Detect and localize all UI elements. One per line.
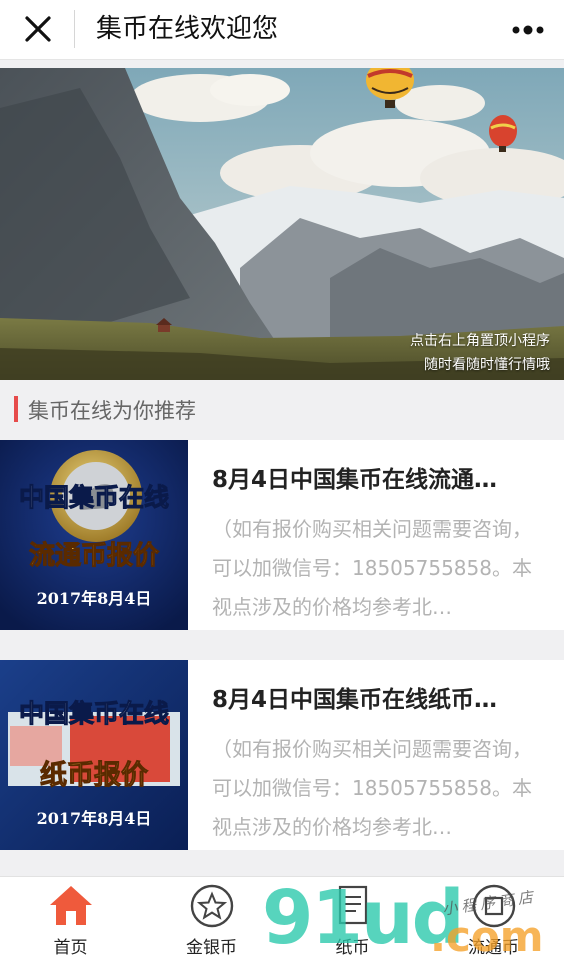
nav-divider [74, 10, 75, 48]
article-card[interactable]: 中国集币在线 流通币报价 2017年8月4日 8月4日中国集币在线流通… （如有… [0, 440, 564, 630]
article-description: （如有报价购买相关问题需要咨询，可以加微信号：18505755858。本视点涉及… [212, 737, 532, 839]
page-title: 集币在线欢迎您 [96, 14, 279, 44]
article-thumbnail: 中国集币在线 流通币报价 2017年8月4日 [0, 440, 188, 630]
banner-caption-line1: 点击右上角置顶小程序 [410, 333, 550, 349]
star-coin-icon [189, 883, 235, 929]
section-accent-bar [14, 396, 18, 422]
bottom-tab-bar: 首页 金银币 纸币 流通币 [0, 876, 564, 960]
tab-label: 纸币 [335, 938, 370, 958]
banknote-icon [330, 883, 376, 929]
thumb-line1: 中国集币在线 [19, 483, 169, 512]
article-title: 8月4日中国集币在线纸币… [212, 687, 498, 713]
tab-label: 金银币 [186, 938, 237, 958]
coin-icon [471, 883, 517, 929]
tab-circulation-coins[interactable]: 流通币 [423, 877, 564, 960]
article-description: （如有报价购买相关问题需要咨询，可以加微信号：18505755858。本视点涉及… [212, 517, 532, 619]
section-title: 集币在线为你推荐 [28, 399, 196, 423]
thumb-date: 2017年8月4日 [37, 589, 152, 608]
article-thumbnail: 中国集币在线 纸币报价 2017年8月4日 [0, 660, 188, 850]
article-card[interactable]: 中国集币在线 纸币报价 2017年8月4日 8月4日中国集币在线纸币… （如有报… [0, 660, 564, 850]
tab-label: 首页 [53, 938, 88, 958]
banner-caption-line2: 随时看随时懂行情哦 [424, 357, 550, 373]
thumb-date: 2017年8月4日 [37, 809, 152, 828]
tab-gold-silver-coins[interactable]: 金银币 [141, 877, 282, 960]
thumb-line1: 中国集币在线 [19, 699, 169, 728]
more-icon[interactable] [508, 16, 548, 44]
banner-image[interactable]: 点击右上角置顶小程序 随时看随时懂行情哦 [0, 68, 564, 380]
article-title: 8月4日中国集币在线流通… [212, 467, 498, 493]
top-nav-bar: 集币在线欢迎您 [0, 0, 564, 60]
tab-banknotes[interactable]: 纸币 [282, 877, 423, 960]
tab-label: 流通币 [468, 938, 519, 958]
thumb-line2: 流通币报价 [29, 540, 160, 571]
thumb-line2: 纸币报价 [40, 759, 149, 791]
close-icon[interactable] [18, 12, 58, 48]
tab-home[interactable]: 首页 [0, 877, 141, 960]
section-header: 集币在线为你推荐 [0, 382, 564, 438]
home-icon [48, 883, 94, 929]
